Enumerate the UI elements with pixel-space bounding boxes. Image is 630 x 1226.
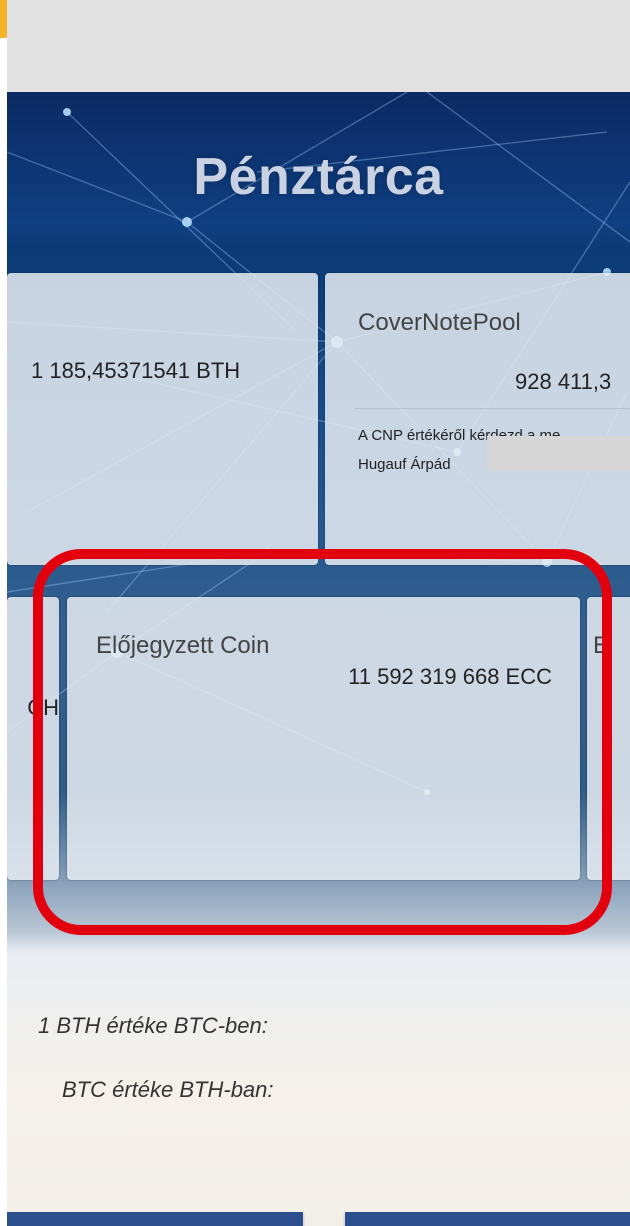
redacted-block [487,436,630,471]
cover-note-pool-card[interactable]: CoverNotePool 928 411,3 A CNP értékéről … [325,273,630,565]
bth-in-btc-label: 1 BTH értéke BTC-ben: [38,1013,268,1038]
page-title: Pénztárca [193,148,444,206]
top-bar [7,0,630,92]
cover-note-pool-amount: 928 411,3 [515,369,612,394]
bth-balance: 1 185,45371541 BTH [31,358,241,383]
back-button[interactable]: VISSZA [7,1212,303,1226]
card-divider [355,408,630,409]
transactions-button[interactable]: TRANZAKCIÓIM [345,1212,630,1226]
cover-note-pool-title: CoverNotePool [358,309,521,336]
btc-in-bth-label: BTC értéke BTH-ban: [62,1077,274,1102]
highlight-annotation [33,549,612,935]
balance-card-bth[interactable]: 1 185,45371541 BTH [7,273,318,565]
